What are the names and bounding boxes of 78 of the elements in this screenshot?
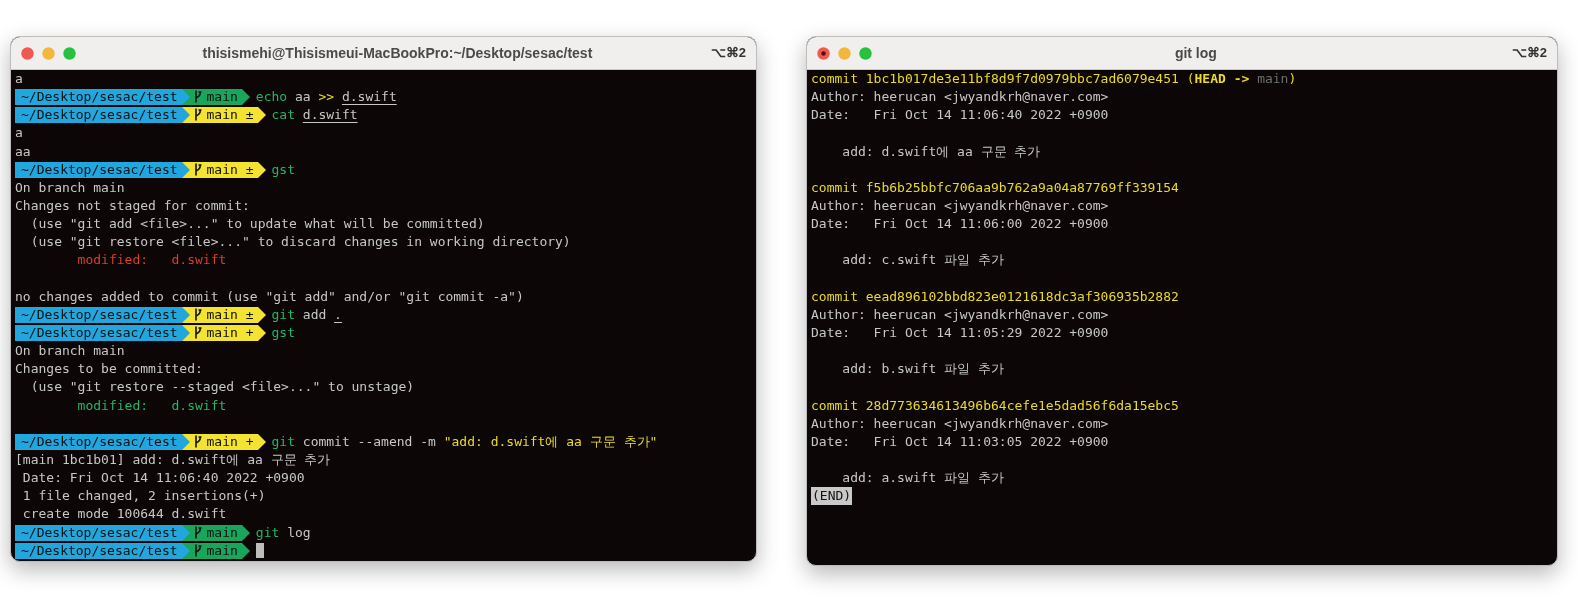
output-text: [main 1bc1b01] add: d.swift에 aa 구문 추가 — [15, 450, 331, 469]
branch-name: main ± — [206, 107, 254, 123]
output-text: Author: heerucan <jwyandkrh@naver.com> — [811, 197, 1109, 215]
output-text: Date: Fri Oct 14 11:06:00 2022 +0900 — [811, 215, 1109, 234]
branch-name: main — [206, 524, 238, 540]
command-text: "add: d.swift에 aa 구문 추가" — [443, 432, 658, 451]
output-text: commit eead896102bbd823e0121618dc3af306935b2882 — [811, 287, 1179, 306]
output-text: (use "git add <file>..." to update what will be committed) — [29, 215, 485, 234]
output-text: modified: d.swift — [76, 396, 227, 415]
output-text: Date: Fri Oct 14 11:05:29 2022 +0900 — [811, 323, 1109, 342]
branch-name: main + — [206, 433, 254, 449]
output-text: On branch main — [15, 178, 125, 197]
output-text: Date: Fri Oct 14 11:06:40 2022 +0900 — [21, 469, 305, 488]
output-text: add: c.swift 파일 추가 — [841, 251, 1004, 270]
output-text: 1 file changed, 2 insertions(+) — [21, 487, 266, 506]
branch-name: main ± — [206, 161, 254, 177]
close-icon[interactable] — [817, 46, 830, 60]
output-text: On branch main — [15, 342, 125, 361]
command-text: . — [334, 305, 342, 324]
output-text: ) — [1288, 70, 1297, 88]
command-text: git — [255, 523, 280, 542]
output-text: (use "git restore <file>..." to discard changes in working directory) — [29, 233, 571, 252]
branch-icon — [193, 326, 202, 340]
output-text: a — [15, 70, 23, 88]
output-text: add: b.swift 파일 추가 — [841, 360, 1004, 379]
branch-icon — [193, 307, 202, 321]
command-text: d.swift — [341, 88, 397, 107]
output-text: Changes to be committed: — [15, 360, 203, 379]
command-text: >> — [318, 88, 335, 107]
branch-icon — [193, 108, 202, 122]
output-text: Author: heerucan <jwyandkrh@naver.com> — [811, 88, 1109, 107]
output-text: HEAD -> — [1194, 70, 1251, 88]
branch-name: main + — [206, 325, 254, 341]
output-text: Date: Fri Oct 14 11:06:40 2022 +0900 — [811, 106, 1109, 125]
output-text: a — [15, 124, 23, 143]
output-text: main — [1257, 70, 1289, 88]
output-text: Author: heerucan <jwyandkrh@naver.com> — [811, 305, 1109, 324]
output-text: (use "git restore --staged <file>..." to unstage) — [29, 378, 415, 397]
command-text: add — [302, 305, 327, 324]
minimize-icon[interactable] — [838, 46, 851, 60]
command-text: commit --amend -m — [302, 432, 436, 451]
output-text: aa — [15, 142, 31, 161]
output-text: commit f5b6b25bbfc706aa9b762a9a04a87769ff339154 — [811, 178, 1179, 197]
output-text: add: d.swift에 aa 구문 추가 — [841, 142, 1041, 161]
output-text: add: a.swift 파일 추가 — [841, 469, 1004, 488]
branch-icon — [193, 162, 202, 176]
pager-end-label: (END) — [811, 487, 853, 506]
window-title: thisismehi@Thisismeui-MacBookPro:~/Desktop/sesac/test — [201, 43, 594, 63]
command-text: echo — [255, 88, 288, 107]
output-text: Changes not staged for commit: — [15, 197, 250, 215]
window-title: git log — [1173, 43, 1218, 63]
branch-icon — [193, 525, 202, 539]
branch-name: main ± — [206, 306, 254, 322]
output-text: no changes added to commit (use "git add" and/or "git commit -a") — [15, 287, 524, 306]
branch-name: main — [206, 542, 238, 558]
command-text: gst — [271, 323, 295, 342]
command-text: cat — [271, 106, 295, 125]
zoom-icon[interactable] — [63, 46, 76, 60]
minimize-icon[interactable] — [42, 46, 55, 60]
output-text: commit 1bc1b017de3e11bf8d9f7d0979bbc7ad6079e451 ( — [811, 70, 1195, 88]
command-text: git — [271, 305, 295, 324]
output-text: create mode 100644 d.swift — [21, 505, 227, 524]
command-text: git — [271, 432, 295, 451]
branch-icon — [193, 90, 202, 104]
output-text: commit 28d773634613496b64cefe1e5dad56f6da15ebc5 — [811, 396, 1179, 415]
output-text: Author: heerucan <jwyandkrh@naver.com> — [811, 414, 1109, 433]
shortcut-label: ⌥⌘2 — [1511, 44, 1547, 63]
zoom-icon[interactable] — [859, 46, 872, 60]
command-text: gst — [271, 160, 295, 179]
branch-icon — [193, 434, 202, 448]
command-text: log — [287, 523, 311, 542]
branch-icon — [193, 543, 202, 557]
branch-name: main — [206, 89, 238, 105]
output-text: Date: Fri Oct 14 11:03:05 2022 +0900 — [811, 432, 1109, 451]
command-text: aa — [295, 88, 311, 107]
shortcut-label: ⌥⌘2 — [710, 44, 746, 63]
command-text: d.swift — [302, 106, 358, 125]
output-text: modified: d.swift — [76, 251, 227, 270]
